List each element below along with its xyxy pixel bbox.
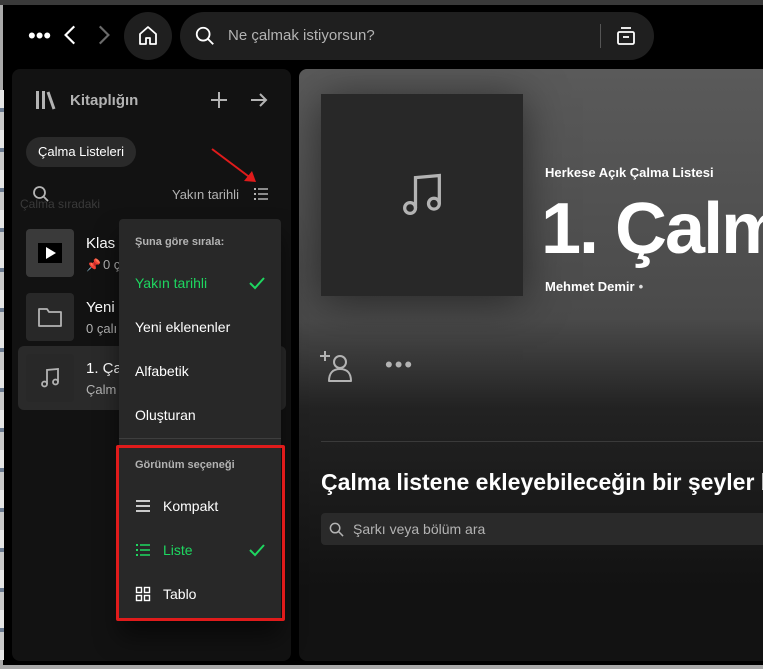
search-icon	[329, 522, 344, 537]
library-icon[interactable]	[34, 89, 58, 111]
add-user-icon[interactable]	[319, 349, 353, 383]
search-divider	[600, 24, 601, 48]
search-input[interactable]: Ne çalmak istiyorsun?	[228, 27, 375, 44]
menu-item-label: Oluşturan	[135, 407, 196, 423]
song-search-input[interactable]: Şarkı veya bölüm ara	[353, 521, 485, 537]
list-item-title: Yeni	[86, 299, 115, 316]
filter-chip-playlists[interactable]: Çalma Listeleri	[26, 137, 136, 167]
divider	[321, 441, 763, 442]
sort-button[interactable]: Yakın tarihli	[172, 187, 239, 202]
app-menu-icon[interactable]: •••	[28, 25, 51, 47]
back-arrow-icon[interactable]	[58, 22, 84, 48]
section-title: Çalma listene ekleyebileceğin bir şeyler…	[321, 469, 763, 495]
folder-cover	[26, 293, 74, 341]
playlist-owner: Mehmet Demir •	[545, 279, 644, 294]
owner-link[interactable]: Mehmet Demir	[545, 279, 635, 294]
top-bar: ••• Ne çalmak istiyorsun?	[4, 8, 763, 66]
page-title[interactable]: 1. Çalma	[541, 189, 763, 269]
playlist-cover	[26, 229, 74, 277]
folder-icon	[38, 308, 62, 327]
browse-icon[interactable]	[614, 24, 638, 48]
song-search-field[interactable]: Şarkı veya bölüm ara	[321, 513, 763, 545]
main-panel: Herkese Açık Çalma Listesi 1. Çalma Mehm…	[299, 69, 763, 661]
sort-option-creator[interactable]: Oluşturan	[119, 395, 277, 435]
playlist-cover-large[interactable]	[321, 94, 523, 296]
sort-option-newly-added[interactable]: Yeni eklenenler	[119, 307, 277, 347]
music-note-icon	[41, 368, 59, 388]
menu-item-label: Yeni eklenenler	[135, 319, 231, 335]
background-window-strip	[0, 90, 4, 660]
sort-option-recent[interactable]: Yakın tarihli	[119, 263, 277, 303]
menu-item-label: Alfabetik	[135, 363, 189, 379]
list-item-subtitle: 0 çalı	[86, 321, 118, 336]
list-icon[interactable]	[252, 185, 270, 203]
plus-icon[interactable]	[208, 89, 230, 111]
check-icon	[249, 277, 265, 290]
library-search-icon[interactable]	[32, 185, 50, 203]
search-icon	[195, 26, 214, 45]
menu-item-label: Yakın tarihli	[135, 275, 208, 291]
list-item-title: Klas	[86, 235, 116, 252]
sort-header: Şuna göre sırala:	[135, 236, 225, 248]
forward-arrow-icon[interactable]	[90, 22, 116, 48]
list-item-subtitle: 📌 0 ç	[86, 257, 121, 272]
annotation-arrow	[211, 148, 256, 182]
expand-arrow-icon[interactable]	[248, 89, 270, 111]
music-note-icon	[403, 173, 441, 216]
play-cover-icon	[38, 243, 62, 263]
sort-option-alphabetical[interactable]: Alfabetik	[119, 351, 277, 391]
library-title[interactable]: Kitaplığın	[70, 92, 138, 109]
list-item-title: 1. Ça	[86, 360, 122, 377]
playlist-type: Herkese Açık Çalma Listesi	[545, 165, 714, 180]
list-item-subtitle: Çalm	[86, 382, 117, 397]
playlist-cover	[26, 354, 74, 402]
window-titlebar	[0, 0, 763, 5]
home-icon	[139, 26, 157, 45]
annotation-highlight-box	[116, 445, 285, 621]
more-options-icon[interactable]: •••	[385, 354, 414, 376]
menu-divider	[119, 438, 281, 439]
home-button[interactable]	[124, 12, 172, 60]
pin-icon: 📌	[86, 258, 101, 272]
search-bar[interactable]: Ne çalmak istiyorsun?	[180, 12, 654, 60]
